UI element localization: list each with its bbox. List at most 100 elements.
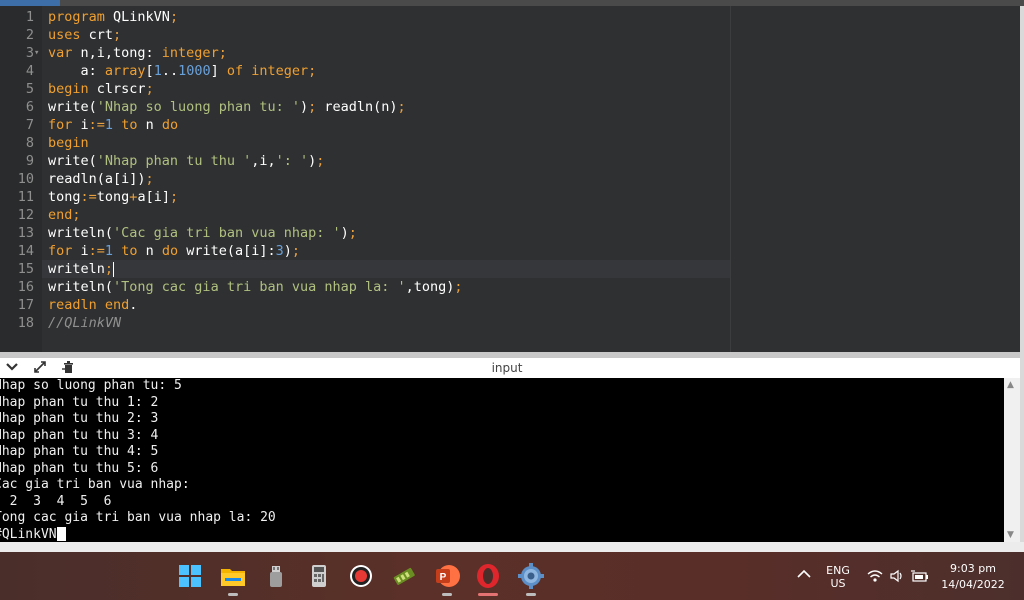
console-line: Nhap phan tu thu 5: 6 — [0, 460, 159, 476]
code-line[interactable]: 14 for i:=1 to n do write(a[i]:3); — [0, 242, 1020, 260]
line-number: 6 — [25, 99, 34, 115]
code-line[interactable]: 7 for i:=1 to n do — [0, 116, 1020, 134]
line-number: 12 — [17, 207, 34, 223]
line-number: 5 — [25, 81, 34, 97]
line-number: 2 — [25, 27, 34, 43]
wifi-icon[interactable] — [866, 569, 884, 586]
line-number: 13 — [17, 225, 34, 241]
code-line[interactable]: 16 writeln('Tong cac gia tri ban vua nhap… — [0, 278, 1020, 296]
console-input-line[interactable]: #QLinkVN — [0, 527, 66, 543]
console-panel-header: input — [0, 358, 1020, 378]
console-output[interactable]: Nhap so luong phan tu: 5 Nhap phan tu th… — [0, 378, 1004, 542]
code-text: begin clrscr; — [48, 81, 154, 97]
line-number: 9 — [25, 153, 34, 169]
code-line[interactable]: 1 program QLinkVN; — [0, 8, 1020, 26]
code-text: write('Nhap phan tu thu ',i,': '); — [48, 153, 325, 169]
console-line: Nhap phan tu thu 3: 4 — [0, 427, 159, 443]
code-text: end; — [48, 207, 81, 223]
clock[interactable]: 9:03 pm 14/04/2022 — [938, 562, 1008, 591]
code-text: a: array[1..1000] of integer; — [48, 63, 317, 79]
code-line[interactable]: 4 a: array[1..1000] of integer; — [0, 62, 1020, 80]
console-line: 2 3 4 5 6 — [0, 493, 112, 509]
code-line[interactable]: 11 tong:=tong+a[i]; — [0, 188, 1020, 206]
console-line: Cac gia tri ban vua nhap: — [0, 477, 190, 492]
svg-text:P: P — [440, 572, 447, 583]
line-number: 4 — [25, 63, 34, 79]
code-line[interactable]: 17 readln end. — [0, 296, 1020, 314]
line-number: 11 — [17, 189, 34, 205]
fold-arrow-icon[interactable]: ▾ — [34, 44, 42, 62]
code-line[interactable]: 10 readln(a[i]); — [0, 170, 1020, 188]
scroll-up-icon[interactable]: ▲ — [1007, 380, 1014, 390]
usb-drive-icon[interactable] — [262, 562, 290, 590]
file-explorer-icon[interactable] — [219, 562, 247, 590]
running-indicator — [442, 593, 452, 596]
scroll-down-icon[interactable]: ▼ — [1007, 530, 1014, 540]
language-indicator[interactable]: ENG US — [818, 564, 858, 590]
terminal-icon[interactable] — [390, 562, 418, 590]
window-right-edge — [1020, 6, 1024, 552]
text-caret — [113, 261, 115, 277]
powerpoint-icon[interactable]: P — [433, 562, 461, 590]
code-line[interactable]: 5 begin clrscr; — [0, 80, 1020, 98]
settings-gear-icon[interactable] — [517, 562, 545, 590]
opera-browser-icon[interactable] — [474, 562, 502, 590]
code-line[interactable]: 13 writeln('Cac gia tri ban vua nhap: '); — [0, 224, 1020, 242]
code-line[interactable]: 9 write('Nhap phan tu thu ',i,': '); — [0, 152, 1020, 170]
console-line: Nhap phan tu thu 2: 3 — [0, 411, 159, 426]
line-number: 10 — [17, 171, 34, 187]
windows-start-icon[interactable] — [176, 562, 204, 590]
record-icon[interactable] — [347, 562, 375, 590]
code-line[interactable]: 8 begin — [0, 134, 1020, 152]
calculator-icon[interactable] — [305, 562, 333, 590]
chevron-up-icon[interactable] — [795, 569, 813, 582]
code-line[interactable]: 2 uses crt; — [0, 26, 1020, 44]
line-number: 7 — [25, 117, 34, 133]
running-indicator — [228, 593, 238, 596]
battery-icon[interactable] — [910, 569, 930, 586]
clock-time: 9:03 pm — [950, 562, 996, 575]
code-text: var n,i,tong: integer; — [48, 45, 227, 61]
code-text: for i:=1 to n do write(a[i]:3); — [48, 243, 301, 259]
line-number: 16 — [17, 279, 34, 295]
language-code: ENG — [826, 564, 850, 577]
code-line[interactable]: 6 write('Nhap so luong phan tu: '); readl… — [0, 98, 1020, 116]
console-cursor — [56, 527, 66, 541]
code-editor[interactable]: 1 program QLinkVN; 2 uses crt; 3 ▾ var n,i,t… — [0, 6, 1020, 352]
console-line: Tong cac gia tri ban vua nhap la: 20 — [0, 510, 276, 525]
code-line[interactable]: 3 ▾ var n,i,tong: integer; — [0, 44, 1020, 62]
code-text: writeln; — [48, 261, 115, 277]
active-indicator — [478, 593, 498, 596]
code-text: uses crt; — [48, 27, 122, 43]
code-line[interactable]: 12 end; — [0, 206, 1020, 224]
code-text: program QLinkVN; — [48, 9, 179, 25]
volume-icon[interactable] — [888, 569, 906, 586]
code-line-active[interactable]: 15 writeln; — [0, 260, 1020, 278]
code-text: begin — [48, 135, 89, 151]
code-line[interactable]: 18 //QLinkVN — [0, 314, 1020, 332]
code-text: writeln('Tong cac gia tri ban vua nhap l… — [48, 279, 463, 295]
console-scrollbar[interactable]: ▲ ▼ — [1004, 378, 1020, 542]
line-number: 18 — [17, 315, 34, 331]
code-text: writeln('Cac gia tri ban vua nhap: '); — [48, 225, 357, 241]
taskbar: P ENG US 9:03 pm 14/04/2022 — [0, 552, 1024, 600]
code-text: write('Nhap so luong phan tu: '); readln… — [48, 99, 406, 115]
line-number: 1 — [25, 9, 34, 25]
code-text: readln end. — [48, 297, 138, 313]
code-text: //QLinkVN — [48, 315, 122, 331]
code-text: readln(a[i]); — [48, 171, 154, 187]
code-text: tong:=tong+a[i]; — [48, 189, 179, 205]
console-line: Nhap phan tu thu 1: 2 — [0, 394, 159, 410]
console-line: Nhap so luong phan tu: 5 — [0, 378, 182, 393]
line-number: 3 — [25, 45, 34, 61]
running-indicator — [526, 593, 536, 596]
window-bottom-strip — [0, 542, 1024, 552]
panel-title: input — [491, 361, 523, 375]
active-line-highlight — [42, 260, 730, 278]
line-number: 17 — [17, 297, 34, 313]
console-line: Nhap phan tu thu 4: 5 — [0, 444, 159, 459]
console-line: #QLinkVN — [0, 526, 57, 542]
region-code: US — [830, 577, 846, 590]
clock-date: 14/04/2022 — [941, 578, 1005, 591]
code-text: for i:=1 to n do — [48, 117, 179, 133]
